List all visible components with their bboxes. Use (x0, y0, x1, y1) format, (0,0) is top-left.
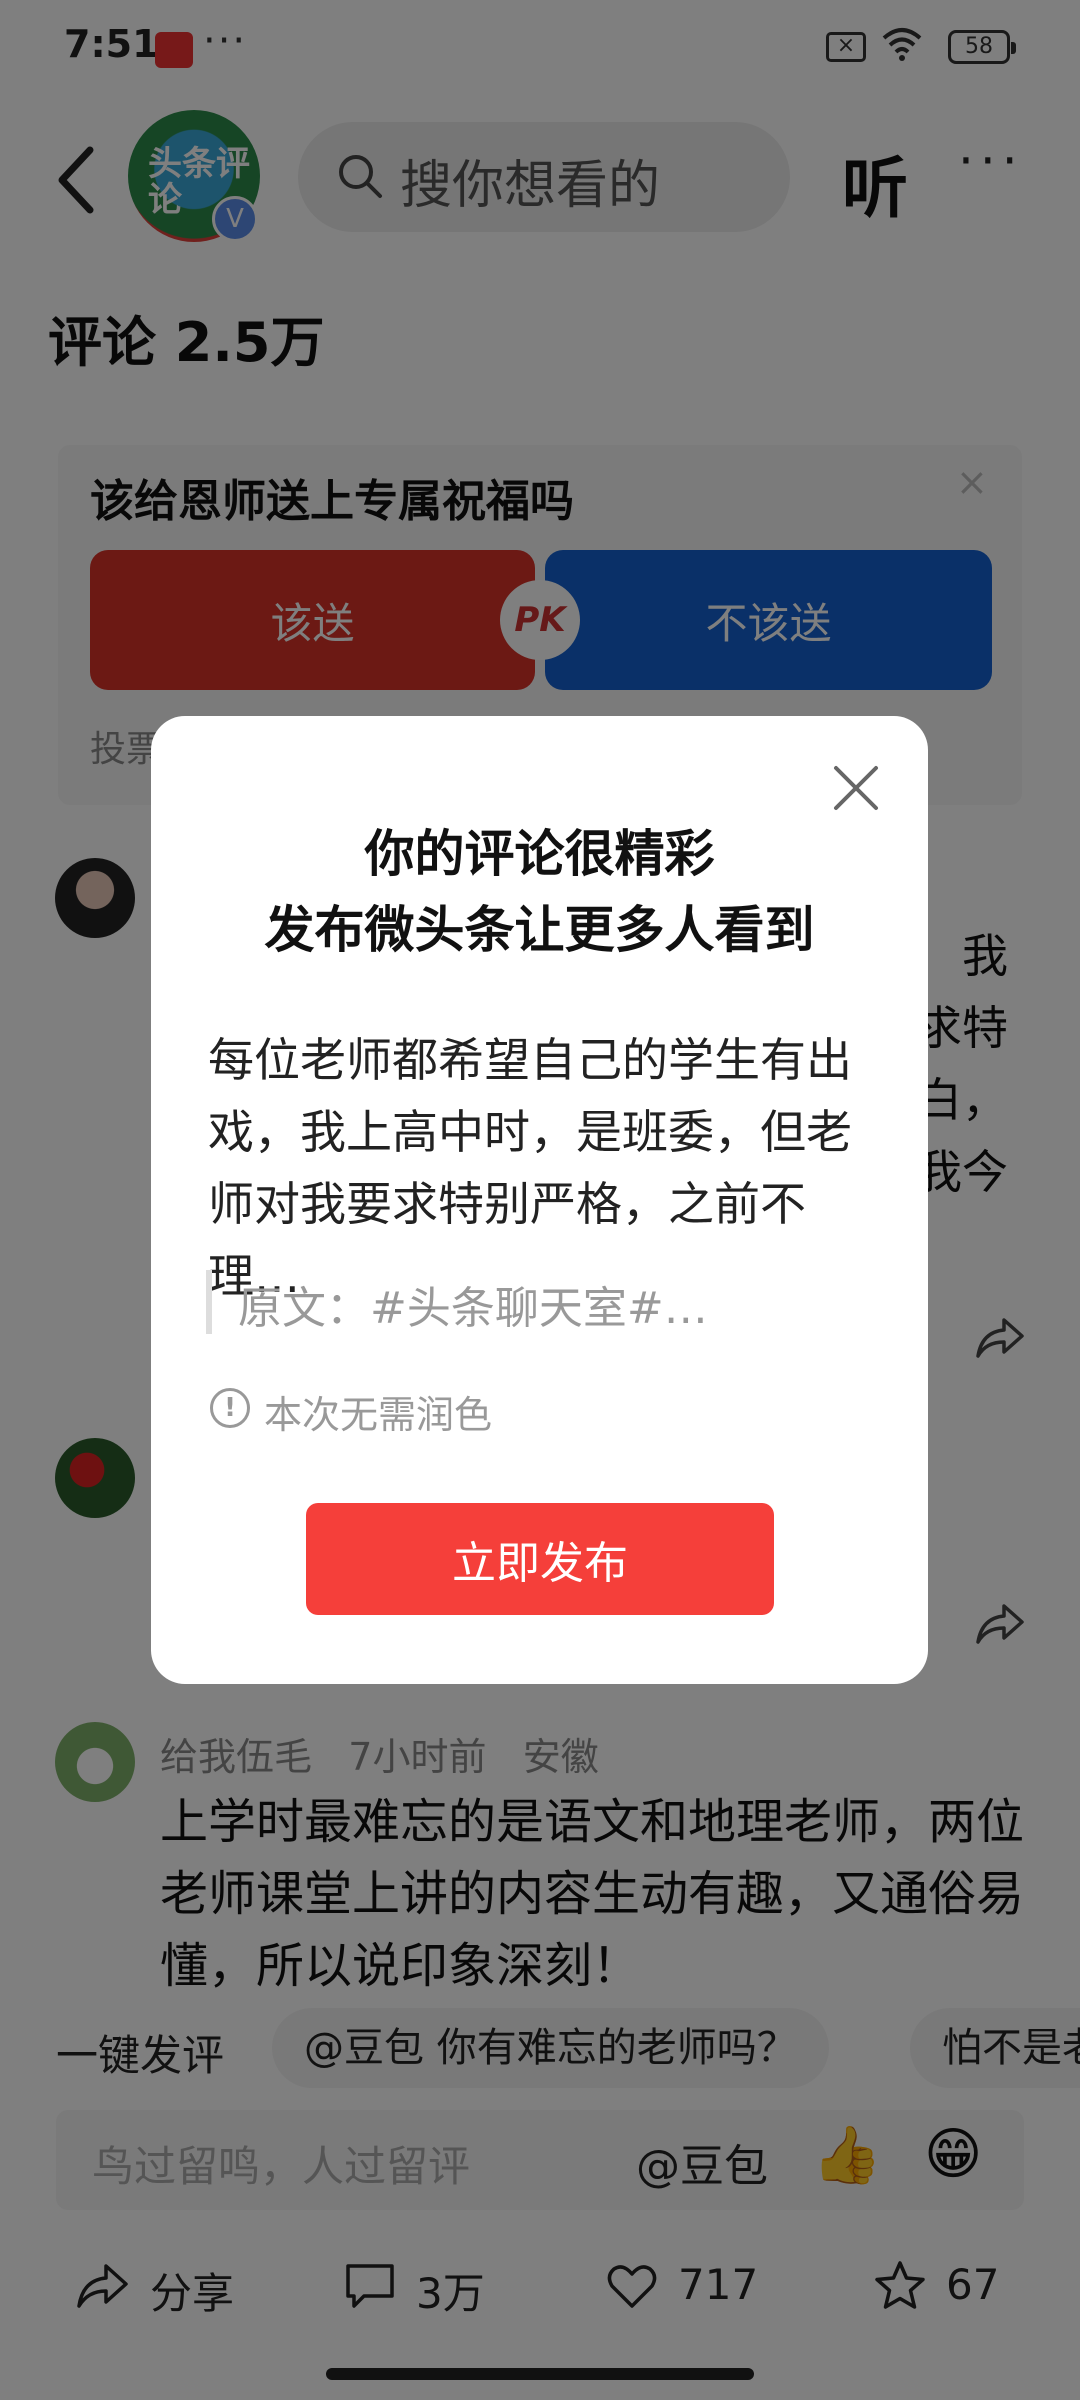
quote-divider (206, 1270, 212, 1334)
publish-button[interactable]: 立即发布 (306, 1503, 774, 1615)
polish-status-text: 本次无需润色 (264, 1393, 493, 1437)
dialog-comment-preview: 每位老师都希望自己的学生有出戏，我上高中时，是班委，但老师对我要求特别严格，之前… (208, 1033, 852, 1303)
original-post-quote: 原文：#头条聊天室#… (238, 1283, 708, 1334)
dialog-title-line2: 发布微头条让更多人看到 (264, 901, 815, 959)
publish-button-label: 立即发布 (452, 1539, 628, 1588)
dialog-title-line1: 你的评论很精彩 (364, 825, 715, 883)
close-icon[interactable] (828, 760, 884, 816)
info-icon: ! (210, 1388, 250, 1428)
